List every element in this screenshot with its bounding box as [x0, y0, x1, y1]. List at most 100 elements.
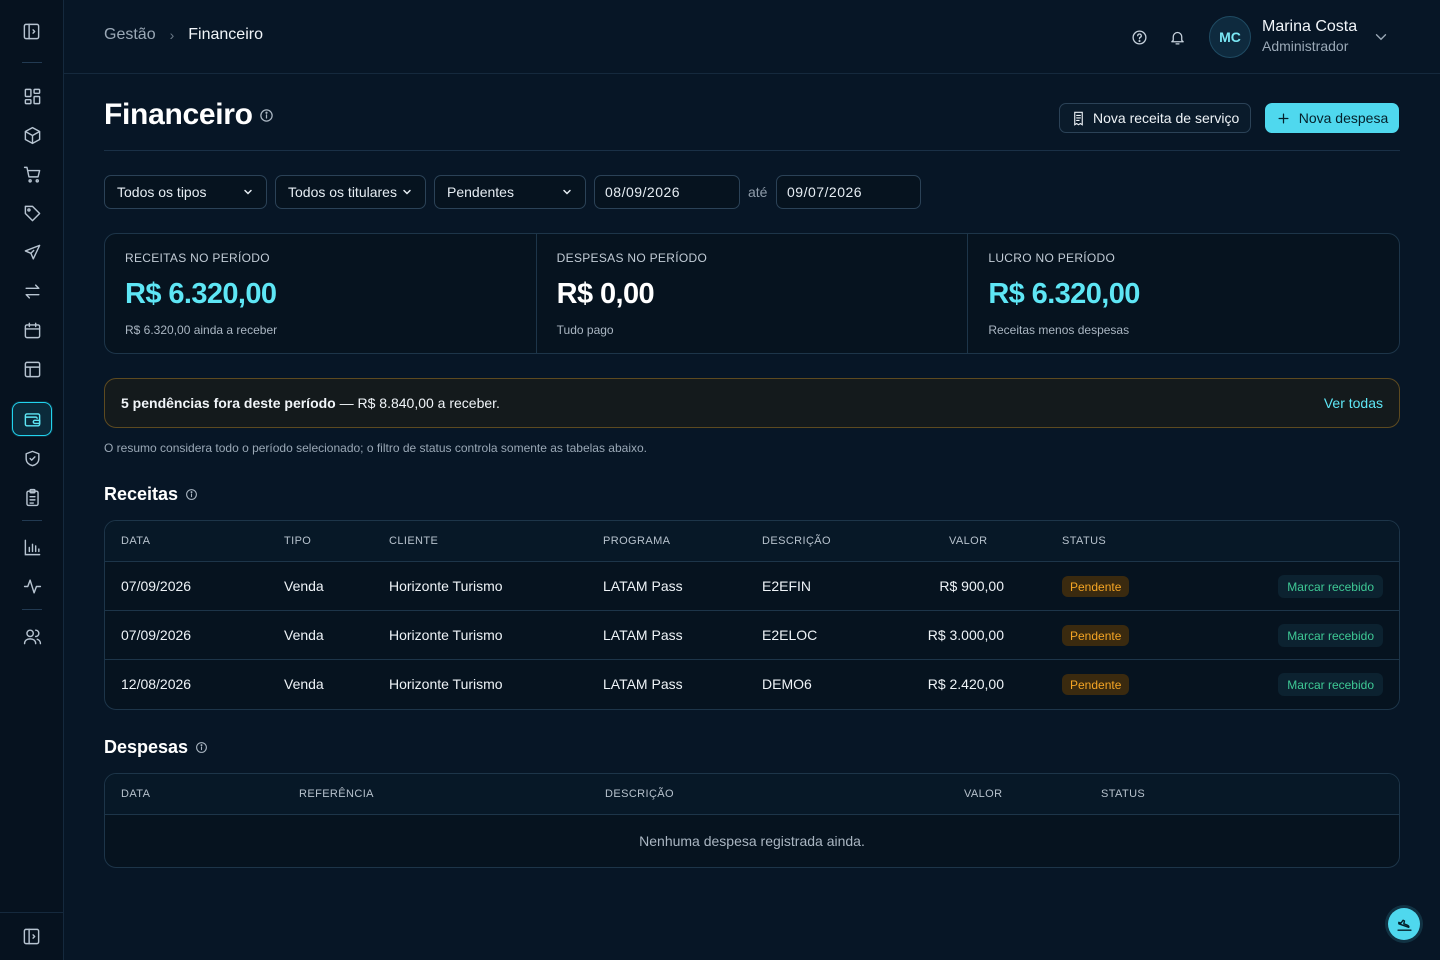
column-header[interactable]: VALOR: [949, 535, 987, 547]
date-from-input[interactable]: 08/09/2026: [594, 175, 740, 209]
table-row[interactable]: 07/09/2026 Venda Horizonte Turismo LATAM…: [105, 562, 1399, 611]
receitas-table: DATA TIPO CLIENTE PROGRAMA DESCRIÇÃO VAL…: [104, 520, 1400, 710]
info-icon[interactable]: [185, 488, 198, 501]
cell-cliente: Horizonte Turismo: [389, 676, 503, 692]
page-title: Financeiro: [104, 98, 253, 131]
bar-chart-icon: [23, 538, 42, 557]
sidebar-item-activity[interactable]: [16, 570, 48, 602]
pending-alert-text: 5 pendências fora deste período — R$ 8.8…: [121, 395, 500, 411]
sidebar-item-transfers[interactable]: [16, 275, 48, 307]
plus-icon: [1276, 111, 1291, 126]
type-filter-select[interactable]: Todos os tipos: [104, 175, 267, 209]
stat-label: DESPESAS NO PERÍODO: [556, 251, 708, 265]
view-all-link[interactable]: Ver todas: [1324, 395, 1383, 411]
wallet-icon: [23, 410, 42, 429]
new-service-receipt-label: Nova receita de serviço: [1093, 110, 1240, 126]
column-header[interactable]: PROGRAMA: [603, 535, 670, 547]
pending-alert-count: 5 pendências fora deste período: [121, 395, 336, 411]
new-expense-button[interactable]: Nova despesa: [1265, 103, 1399, 133]
stat-subtext: Receitas menos despesas: [988, 323, 1130, 337]
column-header[interactable]: CLIENTE: [389, 535, 438, 547]
mark-received-button[interactable]: Marcar recebido: [1278, 575, 1383, 598]
despesas-table: DATA REFERÊNCIA DESCRIÇÃO VALOR STATUS N…: [104, 773, 1400, 868]
table-row[interactable]: 12/08/2026 Venda Horizonte Turismo LATAM…: [105, 660, 1399, 709]
notifications-button[interactable]: [1167, 27, 1187, 47]
holder-filter-select[interactable]: Todos os titulares: [275, 175, 426, 209]
new-service-receipt-button[interactable]: Nova receita de serviço: [1059, 103, 1252, 133]
layout-icon: [23, 360, 42, 379]
sidebar-item-products[interactable]: [16, 119, 48, 151]
cell-programa: LATAM Pass: [603, 627, 683, 643]
mark-received-button[interactable]: Marcar recebido: [1278, 624, 1383, 647]
chevron-down-icon[interactable]: [1372, 28, 1390, 46]
stat-value: R$ 6.320,00: [988, 278, 1140, 310]
sidebar-item-security[interactable]: [16, 442, 48, 474]
sidebar-item-reports[interactable]: [16, 531, 48, 563]
column-header[interactable]: VALOR: [964, 788, 1002, 800]
help-circle-icon: [1131, 29, 1148, 46]
avatar[interactable]: MC: [1209, 16, 1251, 58]
plane-icon: [23, 243, 42, 262]
info-icon[interactable]: [195, 741, 208, 754]
summary-cards: RECEITAS NO PERÍODO R$ 6.320,00 R$ 6.320…: [104, 233, 1400, 354]
chevron-down-icon: [561, 186, 573, 198]
table-row[interactable]: 07/09/2026 Venda Horizonte Turismo LATAM…: [105, 611, 1399, 660]
stat-label: RECEITAS NO PERÍODO: [125, 251, 270, 265]
sidebar-toggle-button[interactable]: [0, 0, 63, 62]
status-filter-select[interactable]: Pendentes: [434, 175, 586, 209]
column-header[interactable]: DATA: [121, 535, 150, 547]
cell-data: 12/08/2026: [121, 676, 192, 692]
sidebar-collapse-button[interactable]: [0, 912, 63, 960]
cell-tipo: Venda: [284, 627, 324, 643]
sidebar-item-financeiro[interactable]: [12, 402, 52, 436]
cell-data: 07/09/2026: [121, 578, 192, 594]
sidebar-item-dashboard[interactable]: [16, 80, 48, 112]
sidebar-item-layout[interactable]: [16, 353, 48, 385]
package-icon: [23, 126, 42, 145]
column-header[interactable]: STATUS: [1101, 788, 1145, 800]
new-expense-label: Nova despesa: [1298, 110, 1389, 126]
status-filter-value: Pendentes: [447, 184, 514, 200]
stat-card-despesas: DESPESAS NO PERÍODO R$ 0,00 Tudo pago: [537, 234, 969, 353]
chevron-right-icon: ›: [169, 27, 175, 43]
date-to-input[interactable]: 09/07/2026: [776, 175, 921, 209]
chevron-down-icon: [242, 186, 254, 198]
plane-landing-icon: [1396, 916, 1413, 933]
type-filter-value: Todos os tipos: [117, 184, 207, 200]
sidebar-item-tags[interactable]: [16, 197, 48, 229]
sidebar-item-tasks[interactable]: [16, 481, 48, 513]
info-icon[interactable]: [259, 108, 274, 123]
empty-state: Nenhuma despesa registrada ainda.: [639, 833, 865, 849]
cart-icon: [23, 165, 42, 184]
user-role: Administrador: [1262, 38, 1349, 54]
cell-programa: LATAM Pass: [603, 676, 683, 692]
users-icon: [23, 627, 42, 646]
help-button[interactable]: [1129, 27, 1149, 47]
mark-received-button[interactable]: Marcar recebido: [1278, 673, 1383, 696]
column-header[interactable]: DATA: [121, 788, 150, 800]
cell-valor: R$ 2.420,00: [927, 676, 1004, 692]
sidebar-item-cart[interactable]: [16, 158, 48, 190]
column-header[interactable]: DESCRIÇÃO: [762, 535, 831, 547]
assistant-fab-button[interactable]: [1388, 908, 1420, 940]
stat-value: R$ 6.320,00: [125, 278, 277, 310]
panel-left-icon: [22, 927, 41, 946]
sidebar-item-calendar[interactable]: [16, 314, 48, 346]
stat-card-lucro: LUCRO NO PERÍODO R$ 6.320,00 Receitas me…: [968, 234, 1399, 353]
clipboard-icon: [23, 488, 42, 507]
user-name[interactable]: Marina Costa: [1262, 18, 1357, 36]
sidebar: [0, 0, 64, 960]
column-header[interactable]: REFERÊNCIA: [299, 788, 374, 800]
bell-icon: [1169, 29, 1186, 46]
sidebar-item-users[interactable]: [16, 620, 48, 652]
column-header[interactable]: TIPO: [284, 535, 311, 547]
tag-icon: [23, 204, 42, 223]
stat-label: LUCRO NO PERÍODO: [988, 251, 1116, 265]
status-badge: Pendente: [1062, 674, 1130, 695]
sidebar-item-flights[interactable]: [16, 236, 48, 268]
column-header[interactable]: DESCRIÇÃO: [605, 788, 674, 800]
cell-data: 07/09/2026: [121, 627, 192, 643]
receipt-icon: [1071, 111, 1086, 126]
column-header[interactable]: STATUS: [1062, 535, 1106, 547]
breadcrumb-root[interactable]: Gestão: [104, 26, 156, 44]
